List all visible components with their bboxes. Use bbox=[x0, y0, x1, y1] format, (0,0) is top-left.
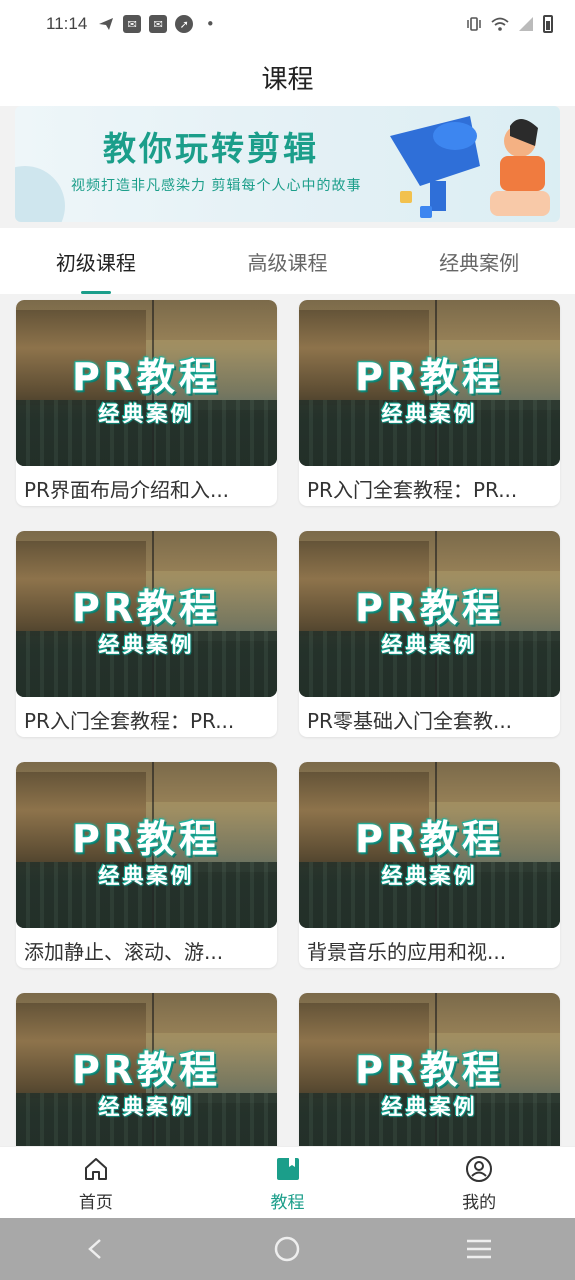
thumbnail-title: PR教程 bbox=[354, 817, 505, 861]
course-thumbnail: PR教程 经典案例 bbox=[16, 993, 277, 1146]
thumbnail-title: PR教程 bbox=[71, 586, 222, 630]
wifi-icon bbox=[491, 15, 509, 33]
course-thumbnail: PR教程 经典案例 bbox=[299, 762, 560, 928]
tab-classic-cases[interactable]: 经典案例 bbox=[383, 228, 575, 294]
course-grid: PR教程 经典案例 PR界面布局介绍和入... PR教程 经典案例 PR入门全套… bbox=[0, 294, 575, 1146]
home-button[interactable] bbox=[267, 1229, 307, 1269]
send-icon bbox=[97, 15, 115, 33]
course-card[interactable]: PR教程 经典案例 bbox=[299, 993, 560, 1146]
thumbnail-subtitle: 经典案例 bbox=[98, 633, 195, 657]
nav-profile-label: 我的 bbox=[462, 1192, 497, 1213]
thumbnail-title: PR教程 bbox=[71, 1048, 222, 1092]
course-card[interactable]: PR教程 经典案例 添加静止、滚动、游... bbox=[16, 762, 277, 968]
compass-icon: ➚ bbox=[175, 15, 194, 33]
course-thumbnail: PR教程 经典案例 bbox=[16, 300, 277, 466]
course-title: 背景音乐的应用和视... bbox=[307, 940, 507, 964]
status-notification-icons: ✉ ✉ ➚ • bbox=[97, 15, 219, 33]
tab-beginner-courses[interactable]: 初级课程 bbox=[0, 228, 192, 294]
home-icon bbox=[81, 1154, 111, 1184]
thumbnail-subtitle: 经典案例 bbox=[381, 1095, 478, 1119]
thumbnail-subtitle: 经典案例 bbox=[98, 1095, 195, 1119]
banner-illustration bbox=[390, 116, 550, 218]
thumbnail-subtitle: 经典案例 bbox=[381, 864, 478, 888]
banner-decoration bbox=[15, 166, 65, 222]
status-bar: 11:14 ✉ ✉ ➚ • bbox=[0, 0, 575, 48]
vibrate-icon bbox=[465, 15, 483, 33]
app-header: 课程 bbox=[0, 48, 575, 106]
tab-advanced-courses[interactable]: 高级课程 bbox=[192, 228, 384, 294]
book-icon bbox=[273, 1154, 303, 1184]
dot-icon: • bbox=[205, 15, 215, 33]
course-thumbnail: PR教程 经典案例 bbox=[16, 762, 277, 928]
circle-icon bbox=[275, 1236, 300, 1262]
menu-icon bbox=[467, 1239, 492, 1259]
nav-profile[interactable]: 我的 bbox=[383, 1147, 575, 1219]
course-thumbnail: PR教程 经典案例 bbox=[299, 300, 560, 466]
status-system-icons bbox=[465, 15, 553, 33]
nav-home[interactable]: 首页 bbox=[0, 1147, 192, 1219]
course-card[interactable]: PR教程 经典案例 PR入门全套教程：PR... bbox=[16, 531, 277, 737]
nav-tutorials-label: 教程 bbox=[270, 1192, 305, 1213]
thumbnail-title: PR教程 bbox=[354, 1048, 505, 1092]
back-button[interactable] bbox=[76, 1229, 116, 1269]
course-title: PR入门全套教程：PR... bbox=[24, 709, 235, 733]
page-title: 课程 bbox=[261, 64, 314, 95]
course-title: PR界面布局介绍和入... bbox=[24, 478, 230, 502]
thumbnail-title: PR教程 bbox=[71, 355, 222, 399]
course-title: PR入门全套教程：PR... bbox=[307, 478, 518, 502]
thumbnail-title: PR教程 bbox=[354, 586, 505, 630]
banner-title: 教你玩转剪辑 bbox=[103, 129, 319, 168]
mail-icon: ✉ bbox=[123, 15, 142, 33]
course-thumbnail: PR教程 经典案例 bbox=[16, 531, 277, 697]
bottom-nav: 首页 教程 我的 bbox=[0, 1146, 575, 1219]
status-time: 11:14 bbox=[46, 14, 88, 33]
signal-icon bbox=[517, 15, 535, 33]
course-tabs: 初级课程 高级课程 经典案例 bbox=[0, 228, 575, 294]
course-card[interactable]: PR教程 经典案例 PR零基础入门全套教... bbox=[299, 531, 560, 737]
course-thumbnail: PR教程 经典案例 bbox=[299, 531, 560, 697]
thumbnail-subtitle: 经典案例 bbox=[98, 402, 195, 426]
mail-icon: ✉ bbox=[149, 15, 168, 33]
battery-icon bbox=[543, 15, 553, 33]
course-card[interactable]: PR教程 经典案例 bbox=[16, 993, 277, 1146]
profile-icon bbox=[464, 1154, 494, 1184]
course-title: 添加静止、滚动、游... bbox=[24, 940, 224, 964]
promo-banner[interactable]: 教你玩转剪辑 视频打造非凡感染力 剪辑每个人心中的故事 bbox=[15, 106, 560, 222]
back-icon bbox=[87, 1239, 101, 1259]
course-card[interactable]: PR教程 经典案例 PR界面布局介绍和入... bbox=[16, 300, 277, 506]
thumbnail-subtitle: 经典案例 bbox=[98, 864, 195, 888]
thumbnail-subtitle: 经典案例 bbox=[381, 633, 478, 657]
course-card[interactable]: PR教程 经典案例 背景音乐的应用和视... bbox=[299, 762, 560, 968]
nav-tutorials[interactable]: 教程 bbox=[192, 1147, 384, 1219]
course-title: PR零基础入门全套教... bbox=[307, 709, 513, 733]
recents-button[interactable] bbox=[459, 1229, 499, 1269]
thumbnail-subtitle: 经典案例 bbox=[381, 402, 478, 426]
system-nav-bar bbox=[0, 1218, 575, 1280]
nav-home-label: 首页 bbox=[78, 1192, 113, 1213]
banner-subtitle: 视频打造非凡感染力 剪辑每个人心中的故事 bbox=[71, 178, 362, 194]
thumbnail-title: PR教程 bbox=[354, 355, 505, 399]
thumbnail-title: PR教程 bbox=[71, 817, 222, 861]
course-thumbnail: PR教程 经典案例 bbox=[299, 993, 560, 1146]
course-card[interactable]: PR教程 经典案例 PR入门全套教程：PR... bbox=[299, 300, 560, 506]
